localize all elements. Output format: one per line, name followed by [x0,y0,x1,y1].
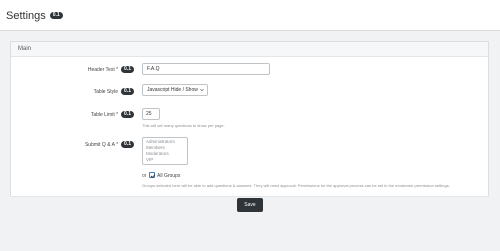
all-groups-checkbox[interactable] [149,172,156,179]
table-style-label: Table Style 0.1 [14,88,134,95]
groups-listbox[interactable]: Administrators Members Moderators VIP [142,137,188,165]
submit-qa-label-text: Submit Q & A * [84,141,119,148]
table-style-badge: 0.1 [121,88,134,95]
header-text-label-text: Header Text * [87,66,119,73]
header-text-input[interactable]: F.A.Q [142,63,270,75]
table-style-select[interactable]: Javascript Hide / Show [142,84,208,96]
save-button[interactable]: Save [237,198,263,212]
table-limit-input[interactable]: 25 [142,108,160,120]
page-title-text: Settings [6,10,46,22]
section-header: Main [11,42,488,57]
table-limit-hint: This will set many questions to show per… [142,123,225,128]
table-limit-label: Table Limit * 0.1 [14,111,134,118]
version-badge: 0.1 [49,11,63,19]
page-title: Settings 0.1 [6,10,63,22]
table-limit-badge: 0.1 [121,111,134,118]
submit-qa-hint: Groups selected here will be able to add… [142,183,450,188]
section-heading: Main [18,46,32,52]
header-text-badge: 0.1 [121,66,134,73]
submit-qa-badge: 0.1 [121,141,134,148]
all-groups-label[interactable]: All Groups [157,173,180,179]
top-bar: Settings 0.1 [0,0,500,31]
table-style-label-text: Table Style [93,88,119,95]
submit-qa-label: Submit Q & A * 0.1 [14,141,134,148]
header-text-label: Header Text * 0.1 [14,66,134,73]
or-text: or [142,173,147,179]
chevron-down-icon [200,89,204,92]
group-option[interactable]: VIP [146,157,184,163]
table-limit-label-text: Table Limit * [90,111,119,118]
table-style-selected: Javascript Hide / Show [147,87,198,93]
checkmark-icon [150,174,156,179]
